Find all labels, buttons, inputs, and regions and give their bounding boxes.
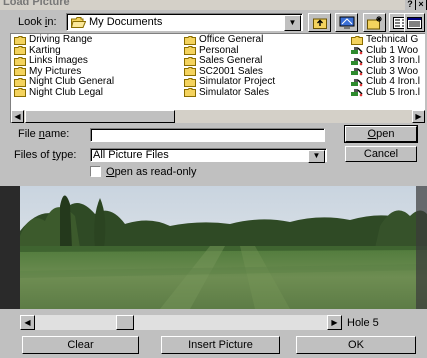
list-item[interactable]: Club 5 Iron.l bbox=[351, 86, 420, 99]
up-one-level-button[interactable] bbox=[308, 13, 331, 32]
chevron-down-icon[interactable]: ▼ bbox=[308, 150, 325, 163]
club-file-icon bbox=[351, 46, 363, 55]
folder-icon bbox=[184, 56, 196, 66]
details-view-icon bbox=[407, 16, 422, 29]
list-item-label: My Pictures bbox=[29, 65, 82, 77]
file-list-column-1: Driving Range Karting Links Images My Pictu… bbox=[14, 35, 114, 98]
club-file-icon bbox=[351, 88, 363, 97]
file-list-column-3: Technical G Club 1 Woo Club 3 Iron.l Club 3… bbox=[351, 35, 420, 98]
read-only-checkbox[interactable] bbox=[90, 166, 101, 177]
list-item-label: SC2001 Sales bbox=[199, 65, 263, 77]
folder-icon bbox=[184, 67, 196, 77]
list-item-label: Club 3 Woo bbox=[366, 65, 419, 77]
look-in-label: Look in: bbox=[18, 16, 57, 28]
list-item-label: Simulator Sales bbox=[199, 86, 270, 98]
scroll-left-button[interactable]: ◀ bbox=[20, 315, 35, 330]
folder-icon bbox=[14, 35, 26, 45]
folder-icon bbox=[14, 77, 26, 87]
list-item-label: Club 5 Iron.l bbox=[366, 86, 420, 98]
insert-picture-button[interactable]: Insert Picture bbox=[161, 336, 280, 354]
open-button[interactable]: Open bbox=[344, 125, 418, 143]
folder-icon bbox=[184, 88, 196, 98]
list-item-label: Personal bbox=[199, 44, 239, 56]
list-item-label: Night Club General bbox=[29, 76, 115, 88]
new-folder-icon bbox=[366, 15, 382, 29]
window-title: Load Picture bbox=[3, 0, 70, 8]
hole-label: Hole 5 bbox=[347, 317, 379, 329]
close-button[interactable]: × bbox=[416, 0, 427, 10]
file-name-label: File name: bbox=[18, 128, 70, 140]
list-item[interactable]: Links Images bbox=[14, 56, 114, 67]
scroll-left-button[interactable]: ◀ bbox=[11, 110, 24, 123]
club-file-icon bbox=[351, 57, 363, 66]
list-item-label: Club 1 Woo bbox=[366, 44, 419, 56]
list-item[interactable]: Technical G bbox=[351, 35, 420, 46]
folder-icon bbox=[184, 35, 196, 45]
list-item[interactable]: Office General bbox=[184, 35, 275, 46]
folder-icon bbox=[14, 56, 26, 66]
list-item[interactable]: Sales General bbox=[184, 56, 275, 67]
details-view-button[interactable] bbox=[404, 13, 425, 32]
cancel-button[interactable]: Cancel bbox=[345, 146, 417, 162]
file-name-input[interactable] bbox=[90, 128, 325, 142]
look-in-dropdown[interactable]: My Documents ▼ bbox=[66, 13, 303, 31]
scrollbar-thumb[interactable] bbox=[116, 315, 134, 330]
folder-icon bbox=[14, 46, 26, 56]
file-type-value: All Picture Files bbox=[93, 149, 169, 161]
desktop-icon bbox=[339, 16, 354, 29]
chevron-down-icon[interactable]: ▼ bbox=[284, 15, 301, 31]
folder-icon bbox=[184, 77, 196, 87]
list-item[interactable]: Night Club Legal bbox=[14, 86, 114, 99]
file-list-scrollbar[interactable]: ◀ ▶ bbox=[11, 110, 425, 123]
hole-scrollbar[interactable]: ◀ ▶ bbox=[20, 315, 342, 330]
club-file-icon bbox=[351, 67, 363, 76]
list-item-label: Sales General bbox=[199, 55, 263, 67]
read-only-label: Open as read-only bbox=[106, 166, 197, 178]
help-button[interactable]: ? bbox=[405, 0, 416, 10]
list-item[interactable]: Night Club General bbox=[14, 77, 114, 88]
list-item-label: Club 3 Iron.l bbox=[366, 55, 420, 67]
folder-icon bbox=[14, 67, 26, 77]
list-item[interactable]: Club 3 Iron.l bbox=[351, 56, 420, 67]
title-bar: Load Picture ? × bbox=[0, 0, 427, 10]
folder-icon bbox=[351, 35, 363, 45]
list-item-label: Links Images bbox=[29, 55, 88, 67]
folder-icon bbox=[14, 88, 26, 98]
list-item-label: Karting bbox=[29, 44, 61, 56]
list-item[interactable]: Simulator Sales bbox=[184, 86, 275, 99]
list-item-label: Simulator Project bbox=[199, 76, 276, 88]
list-item-label: Driving Range bbox=[29, 34, 93, 46]
list-item-label: Club 4 Iron.l bbox=[366, 76, 420, 88]
list-item[interactable]: Simulator Project bbox=[184, 77, 275, 88]
scrollbar-thumb[interactable] bbox=[25, 110, 175, 123]
folder-icon bbox=[184, 46, 196, 56]
look-in-value: My Documents bbox=[89, 16, 163, 28]
open-folder-icon bbox=[70, 17, 87, 31]
ok-button[interactable]: OK bbox=[296, 336, 416, 354]
file-type-dropdown[interactable]: All Picture Files ▼ bbox=[90, 148, 327, 163]
file-list-column-2: Office General Personal Sales General SC200… bbox=[184, 35, 275, 98]
new-folder-button[interactable] bbox=[363, 13, 386, 32]
list-item[interactable]: Driving Range bbox=[14, 35, 114, 46]
up-folder-icon bbox=[312, 18, 327, 29]
list-item[interactable]: Club 4 Iron.l bbox=[351, 77, 420, 88]
desktop-button[interactable] bbox=[335, 13, 358, 32]
list-item-label: Night Club Legal bbox=[29, 86, 103, 98]
scroll-right-button[interactable]: ▶ bbox=[412, 110, 425, 123]
golf-course-photo bbox=[0, 186, 427, 309]
list-item-label: Technical G bbox=[366, 34, 419, 46]
file-type-label: Files of type: bbox=[14, 149, 77, 161]
clear-button[interactable]: Clear bbox=[22, 336, 139, 354]
club-file-icon bbox=[351, 78, 363, 87]
list-item-label: Office General bbox=[199, 34, 264, 46]
scroll-right-button[interactable]: ▶ bbox=[327, 315, 342, 330]
